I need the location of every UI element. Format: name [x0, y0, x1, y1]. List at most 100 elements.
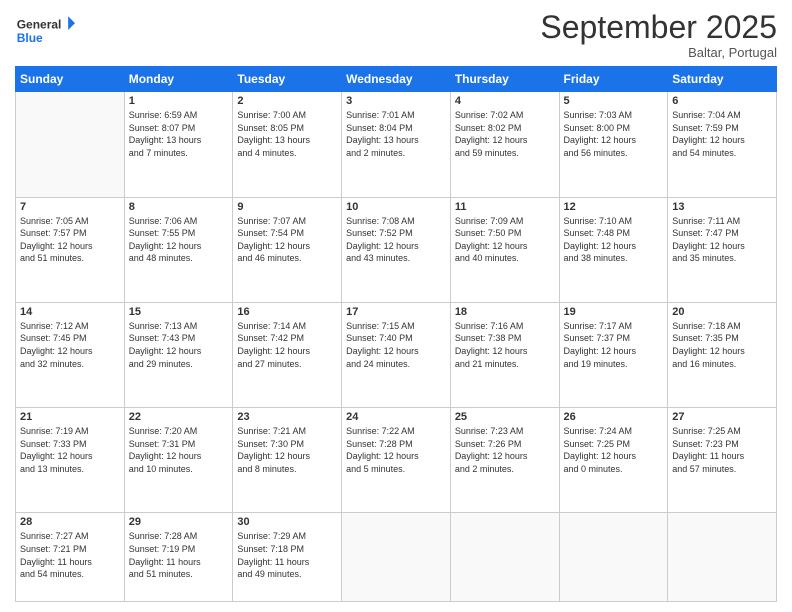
calendar-cell: 20 Sunrise: 7:18 AMSunset: 7:35 PMDayligh… — [668, 302, 777, 407]
day-number: 28 — [20, 516, 120, 528]
calendar-cell: 11 Sunrise: 7:09 AMSunset: 7:50 PMDayligh… — [450, 197, 559, 302]
col-header-saturday: Saturday — [668, 67, 777, 92]
calendar-cell: 3 Sunrise: 7:01 AMSunset: 8:04 PMDaylight… — [342, 92, 451, 197]
calendar-cell — [668, 513, 777, 602]
day-number: 14 — [20, 306, 120, 318]
calendar-week-row: 28Sunrise: 7:27 AMSunset: 7:21 PMDayligh… — [16, 513, 777, 602]
day-info: Sunrise: 7:13 AMSunset: 7:43 PMDaylight:… — [129, 320, 229, 370]
logo-svg: General Blue — [15, 10, 75, 50]
calendar-cell — [559, 513, 668, 602]
day-info: Sunrise: 7:12 AMSunset: 7:45 PMDaylight:… — [20, 320, 120, 370]
calendar-cell: 18 Sunrise: 7:16 AMSunset: 7:38 PMDayligh… — [450, 302, 559, 407]
col-header-monday: Monday — [124, 67, 233, 92]
day-number: 24 — [346, 411, 446, 423]
day-number: 18 — [455, 306, 555, 318]
day-info: Sunrise: 7:16 AMSunset: 7:38 PMDaylight:… — [455, 320, 555, 370]
svg-text:Blue: Blue — [17, 31, 43, 45]
day-number: 20 — [672, 306, 772, 318]
day-info: Sunrise: 7:29 AMSunset: 7:18 PMDaylight:… — [237, 530, 337, 580]
day-info: Sunrise: 7:00 AMSunset: 8:05 PMDaylight:… — [237, 109, 337, 159]
calendar-cell: 2 Sunrise: 7:00 AMSunset: 8:05 PMDaylight… — [233, 92, 342, 197]
calendar-cell: 25 Sunrise: 7:23 AMSunset: 7:26 PMDayligh… — [450, 408, 559, 513]
day-info: Sunrise: 7:18 AMSunset: 7:35 PMDaylight:… — [672, 320, 772, 370]
day-number: 6 — [672, 95, 772, 107]
day-number: 26 — [564, 411, 664, 423]
day-info: Sunrise: 7:11 AMSunset: 7:47 PMDaylight:… — [672, 215, 772, 265]
month-title: September 2025 — [540, 10, 777, 45]
day-number: 3 — [346, 95, 446, 107]
calendar-week-row: 7Sunrise: 7:05 AMSunset: 7:57 PMDaylight… — [16, 197, 777, 302]
day-number: 2 — [237, 95, 337, 107]
day-number: 12 — [564, 201, 664, 213]
day-number: 22 — [129, 411, 229, 423]
calendar-cell: 19 Sunrise: 7:17 AMSunset: 7:37 PMDayligh… — [559, 302, 668, 407]
day-number: 7 — [20, 201, 120, 213]
day-info: Sunrise: 6:59 AMSunset: 8:07 PMDaylight:… — [129, 109, 229, 159]
svg-text:General: General — [17, 17, 62, 31]
day-info: Sunrise: 7:17 AMSunset: 7:37 PMDaylight:… — [564, 320, 664, 370]
day-info: Sunrise: 7:09 AMSunset: 7:50 PMDaylight:… — [455, 215, 555, 265]
day-info: Sunrise: 7:15 AMSunset: 7:40 PMDaylight:… — [346, 320, 446, 370]
col-header-sunday: Sunday — [16, 67, 125, 92]
calendar-cell: 1 Sunrise: 6:59 AMSunset: 8:07 PMDaylight… — [124, 92, 233, 197]
calendar-cell — [450, 513, 559, 602]
day-info: Sunrise: 7:04 AMSunset: 7:59 PMDaylight:… — [672, 109, 772, 159]
day-number: 8 — [129, 201, 229, 213]
col-header-friday: Friday — [559, 67, 668, 92]
calendar-cell: 23 Sunrise: 7:21 AMSunset: 7:30 PMDayligh… — [233, 408, 342, 513]
calendar-week-row: 1 Sunrise: 6:59 AMSunset: 8:07 PMDaylight… — [16, 92, 777, 197]
day-number: 11 — [455, 201, 555, 213]
calendar-header-row: SundayMondayTuesdayWednesdayThursdayFrid… — [16, 67, 777, 92]
calendar-cell — [342, 513, 451, 602]
day-info: Sunrise: 7:08 AMSunset: 7:52 PMDaylight:… — [346, 215, 446, 265]
calendar-cell: 6 Sunrise: 7:04 AMSunset: 7:59 PMDaylight… — [668, 92, 777, 197]
day-number: 25 — [455, 411, 555, 423]
day-number: 21 — [20, 411, 120, 423]
day-number: 30 — [237, 516, 337, 528]
calendar-cell: 27Sunrise: 7:25 AMSunset: 7:23 PMDayligh… — [668, 408, 777, 513]
day-info: Sunrise: 7:10 AMSunset: 7:48 PMDaylight:… — [564, 215, 664, 265]
day-info: Sunrise: 7:23 AMSunset: 7:26 PMDaylight:… — [455, 425, 555, 475]
col-header-tuesday: Tuesday — [233, 67, 342, 92]
day-info: Sunrise: 7:25 AMSunset: 7:23 PMDaylight:… — [672, 425, 772, 475]
day-number: 16 — [237, 306, 337, 318]
day-number: 15 — [129, 306, 229, 318]
calendar-cell: 7Sunrise: 7:05 AMSunset: 7:57 PMDaylight… — [16, 197, 125, 302]
calendar-cell: 29 Sunrise: 7:28 AMSunset: 7:19 PMDayligh… — [124, 513, 233, 602]
calendar-cell: 24Sunrise: 7:22 AMSunset: 7:28 PMDayligh… — [342, 408, 451, 513]
calendar-cell: 8 Sunrise: 7:06 AMSunset: 7:55 PMDaylight… — [124, 197, 233, 302]
day-info: Sunrise: 7:06 AMSunset: 7:55 PMDaylight:… — [129, 215, 229, 265]
day-info: Sunrise: 7:02 AMSunset: 8:02 PMDaylight:… — [455, 109, 555, 159]
calendar-cell: 12 Sunrise: 7:10 AMSunset: 7:48 PMDayligh… — [559, 197, 668, 302]
day-info: Sunrise: 7:21 AMSunset: 7:30 PMDaylight:… — [237, 425, 337, 475]
calendar-cell: 4 Sunrise: 7:02 AMSunset: 8:02 PMDaylight… — [450, 92, 559, 197]
location: Baltar, Portugal — [540, 45, 777, 60]
calendar-cell: 10 Sunrise: 7:08 AMSunset: 7:52 PMDayligh… — [342, 197, 451, 302]
day-info: Sunrise: 7:01 AMSunset: 8:04 PMDaylight:… — [346, 109, 446, 159]
day-number: 23 — [237, 411, 337, 423]
day-number: 29 — [129, 516, 229, 528]
day-number: 13 — [672, 201, 772, 213]
calendar-cell: 30 Sunrise: 7:29 AMSunset: 7:18 PMDayligh… — [233, 513, 342, 602]
day-number: 1 — [129, 95, 229, 107]
day-number: 19 — [564, 306, 664, 318]
title-block: September 2025 Baltar, Portugal — [540, 10, 777, 60]
calendar-week-row: 21Sunrise: 7:19 AMSunset: 7:33 PMDayligh… — [16, 408, 777, 513]
col-header-wednesday: Wednesday — [342, 67, 451, 92]
day-number: 17 — [346, 306, 446, 318]
calendar-cell: 9Sunrise: 7:07 AMSunset: 7:54 PMDaylight… — [233, 197, 342, 302]
calendar-cell: 17 Sunrise: 7:15 AMSunset: 7:40 PMDayligh… — [342, 302, 451, 407]
calendar-cell: 21Sunrise: 7:19 AMSunset: 7:33 PMDayligh… — [16, 408, 125, 513]
calendar-cell: 16Sunrise: 7:14 AMSunset: 7:42 PMDayligh… — [233, 302, 342, 407]
day-info: Sunrise: 7:03 AMSunset: 8:00 PMDaylight:… — [564, 109, 664, 159]
day-number: 4 — [455, 95, 555, 107]
day-info: Sunrise: 7:20 AMSunset: 7:31 PMDaylight:… — [129, 425, 229, 475]
calendar-cell — [16, 92, 125, 197]
calendar-cell: 22 Sunrise: 7:20 AMSunset: 7:31 PMDayligh… — [124, 408, 233, 513]
day-info: Sunrise: 7:28 AMSunset: 7:19 PMDaylight:… — [129, 530, 229, 580]
calendar-week-row: 14 Sunrise: 7:12 AMSunset: 7:45 PMDayligh… — [16, 302, 777, 407]
calendar-cell: 15 Sunrise: 7:13 AMSunset: 7:43 PMDayligh… — [124, 302, 233, 407]
calendar-cell: 28Sunrise: 7:27 AMSunset: 7:21 PMDayligh… — [16, 513, 125, 602]
page: General Blue September 2025 Baltar, Port… — [0, 0, 792, 612]
day-number: 10 — [346, 201, 446, 213]
